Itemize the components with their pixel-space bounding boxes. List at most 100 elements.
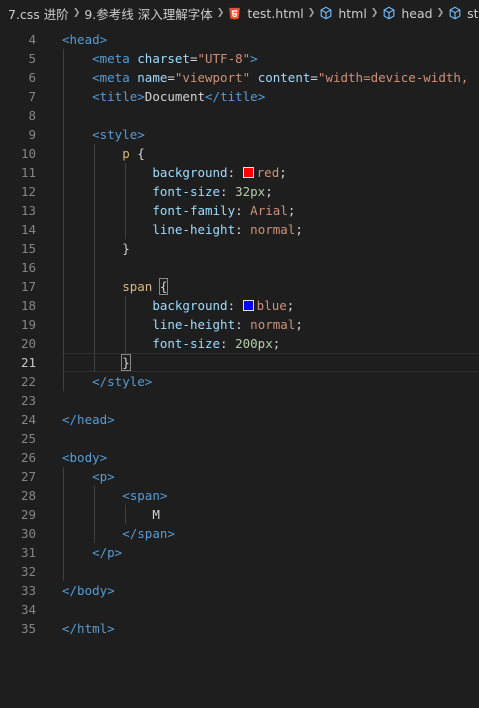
token: charset (137, 51, 190, 66)
line-number: 32 (20, 564, 36, 579)
code-line[interactable]: 31 </p> (0, 543, 479, 562)
code-line[interactable]: 24 </head> (0, 410, 479, 429)
code-text: </style> (62, 372, 479, 391)
code-line[interactable]: 14 line-height: normal; (0, 220, 479, 239)
indent-guide (125, 163, 126, 239)
code-line[interactable]: 32 (0, 562, 479, 581)
code-line[interactable]: 15 } (0, 239, 479, 258)
token: </title> (205, 89, 266, 104)
code-line[interactable]: 6 <meta name="viewport" content="width=d… (0, 68, 479, 87)
token: Document (144, 89, 206, 104)
token: : (220, 184, 236, 199)
code-text: <head> (62, 30, 479, 49)
code-line[interactable]: 28 <span> (0, 486, 479, 505)
breadcrumb-item-5[interactable]: st (448, 6, 479, 21)
token: background (152, 165, 228, 180)
code-line[interactable]: 5 <meta charset="UTF-8"> (0, 49, 479, 68)
breadcrumb-item-0[interactable]: 7.css 进阶 (8, 4, 69, 23)
token: <p> (92, 469, 115, 484)
token: red (256, 165, 280, 180)
line-number: 22 (20, 374, 36, 389)
code-line[interactable]: 12 font-size: 32px; (0, 182, 479, 201)
line-number: 27 (20, 469, 36, 484)
code-line[interactable]: 16 (0, 258, 479, 277)
code-line[interactable]: 7 <title>Document</title> (0, 87, 479, 106)
token: line-height (152, 317, 236, 332)
code-line[interactable]: 33 </body> (0, 581, 479, 600)
chevron-right-icon: ❯ (216, 8, 225, 18)
token: line-height (152, 222, 236, 237)
token: "width=device-width, (317, 70, 469, 85)
line-number: 33 (20, 583, 36, 598)
token: content (257, 70, 311, 85)
code-line[interactable]: 30 </span> (0, 524, 479, 543)
code-line[interactable]: 26 <body> (0, 448, 479, 467)
chevron-right-icon: ❯ (72, 8, 81, 18)
code-text: } (62, 239, 479, 258)
code-text: <body> (62, 448, 479, 467)
code-line[interactable]: 22 </style> (0, 372, 479, 391)
code-line[interactable]: 20 font-size: 200px; (0, 334, 479, 353)
token: <meta (92, 70, 138, 85)
chevron-right-icon: ❯ (436, 8, 445, 18)
line-number: 31 (20, 545, 36, 560)
token: <title> (92, 89, 145, 104)
token: ; (286, 298, 295, 313)
line-number: 11 (20, 165, 36, 180)
code-line[interactable]: 8 (0, 106, 479, 125)
token: font-family (152, 203, 236, 218)
code-line[interactable]: 27 <p> (0, 467, 479, 486)
token: <head> (62, 32, 108, 47)
code-line[interactable]: 9 <style> (0, 125, 479, 144)
token: <body> (62, 450, 108, 465)
breadcrumb-item-1[interactable]: 9.参考线 深入理解字体 (84, 4, 212, 23)
code-line[interactable]: 4 <head> (0, 30, 479, 49)
color-swatch-red[interactable] (242, 167, 254, 178)
token: : (227, 165, 243, 180)
code-line[interactable]: 17 span { (0, 277, 479, 296)
token: > (250, 51, 258, 66)
code-text: <meta charset="UTF-8"> (62, 49, 479, 68)
breadcrumb: 7.css 进阶 ❯ 9.参考线 深入理解字体 ❯ test.html ❯ html ❯ hea… (0, 0, 479, 26)
code-line[interactable]: 11 background: red; (0, 163, 479, 182)
token: } (121, 354, 131, 371)
token: </html> (62, 621, 115, 636)
token: </style> (92, 374, 153, 389)
token: : (235, 203, 251, 218)
breadcrumb-item-4[interactable]: head (382, 6, 433, 21)
color-swatch-blue[interactable] (242, 300, 254, 311)
code-line[interactable]: 35 </html> (0, 619, 479, 638)
code-text: <p> (62, 467, 479, 486)
code-line[interactable]: 19 line-height: normal; (0, 315, 479, 334)
breadcrumb-item-3[interactable]: html (319, 5, 367, 21)
code-line[interactable]: 10 p { (0, 144, 479, 163)
code-line[interactable]: 13 font-family: Arial; (0, 201, 479, 220)
line-number: 12 (20, 184, 36, 199)
breadcrumb-item-2[interactable]: test.html (228, 6, 304, 21)
token: : (235, 222, 251, 237)
code-line[interactable]: 34 (0, 600, 479, 619)
breadcrumb-label: html (338, 5, 367, 21)
code-text: </html> (62, 619, 479, 638)
indent-guide (63, 467, 64, 581)
token: = (167, 70, 175, 85)
code-line[interactable]: 21 } (0, 353, 479, 372)
code-line[interactable]: 29 M (0, 505, 479, 524)
token: </p> (92, 545, 123, 560)
line-number: 35 (20, 621, 36, 636)
code-line[interactable]: 18 background: blue; (0, 296, 479, 315)
code-editor[interactable]: 4 <head> 5 <meta charset="UTF-8"> 6 <meta n… (0, 30, 479, 708)
code-line[interactable]: 25 (0, 429, 479, 448)
indent-guide (63, 49, 64, 391)
code-line[interactable]: 23 (0, 391, 479, 410)
